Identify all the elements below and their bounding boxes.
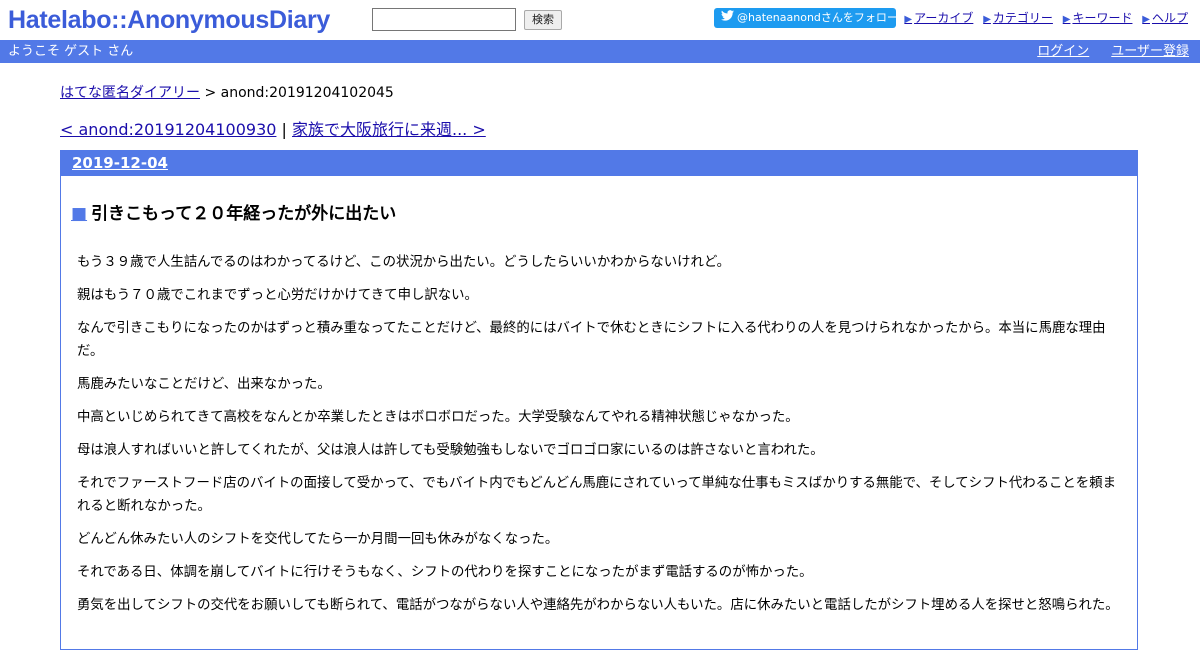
day-date-link[interactable]: 2019-12-04 <box>72 154 168 172</box>
prev-entry-link[interactable]: < anond:20191204100930 <box>60 120 276 139</box>
follow-label: @hatenaanondさんをフォロー <box>737 11 898 24</box>
register-link[interactable]: ユーザー登録 <box>1111 44 1189 59</box>
nav-keyword[interactable]: ▶ キーワード <box>1063 11 1133 25</box>
entry-title: ■ 引きこもって２０年経ったが外に出たい <box>71 203 396 225</box>
site-logo[interactable]: Hatelabo::AnonymousDiary <box>8 5 330 35</box>
day-header: 2019-12-04 <box>61 151 1137 176</box>
body-paragraph: 母は浪人すればいいと許してくれたが、父は浪人は許しても受験勉強もしないでゴロゴロ… <box>77 443 824 458</box>
site-header: Hatelabo::AnonymousDiary 検索 @hatenaanond… <box>0 0 1200 40</box>
breadcrumb-current: anond:20191204102045 <box>220 85 394 101</box>
arrow-icon: ▶ <box>1142 14 1150 25</box>
day-section: 2019-12-04 ■ 引きこもって２０年経ったが外に出たい もう３９歳で人生詰… <box>60 150 1138 650</box>
body-paragraph: それである日、体調を崩してバイトに行けそうもなく、シフトの代わりを探すことになっ… <box>77 565 813 580</box>
body-paragraph: 馬鹿みたいなことだけど、出来なかった。 <box>77 377 331 392</box>
welcome-text: ようこそ ゲスト さん <box>8 44 134 59</box>
next-entry-link[interactable]: 家族で大阪旅行に来週... > <box>292 120 486 139</box>
body-paragraph: 中高といじめられてきて高校をなんとか卒業したときはボロボロだった。大学受験なんて… <box>77 410 799 425</box>
twitter-bird-icon <box>721 8 734 28</box>
nav-help[interactable]: ▶ ヘルプ <box>1142 11 1188 25</box>
body-paragraph: 親はもう７０歳でこれまでずっと心労だけかけてきて申し訳ない。 <box>77 288 478 303</box>
entry-title-text: 引きこもって２０年経ったが外に出たい <box>91 204 397 224</box>
body-paragraph: 勇気を出してシフトの交代をお願いしても断られて、電話がつながらない人や連絡先がわ… <box>77 598 1119 613</box>
breadcrumb: はてな匿名ダイアリー > anond:20191204102045 <box>60 84 394 102</box>
account-links: ログイン ユーザー登録 <box>1015 43 1189 60</box>
arrow-icon: ▶ <box>904 14 913 25</box>
body-paragraph: それでファーストフード店のバイトの面接して受かって、でもバイト内でもどんどん馬鹿… <box>77 476 1116 514</box>
arrow-icon: ▶ <box>983 14 991 25</box>
pager-separator: | <box>276 120 292 139</box>
permalink-square-icon[interactable]: ■ <box>71 204 87 224</box>
twitter-follow-button[interactable]: @hatenaanondさんをフォロー <box>714 8 898 28</box>
body-paragraph: どんどん休みたい人のシフトを交代してたら一か月間一回も休みがなくなった。 <box>77 532 559 547</box>
breadcrumb-separator: > <box>200 85 221 101</box>
entry-pager: < anond:20191204100930 | 家族で大阪旅行に来週... > <box>60 120 486 140</box>
nav-category[interactable]: ▶ カテゴリー <box>983 11 1053 25</box>
search-button[interactable]: 検索 <box>524 10 562 30</box>
body-paragraph: なんで引きこもりになったのかはずっと積み重なってたことだけど、最終的にはバイトで… <box>77 321 1106 359</box>
body-paragraph: もう３９歳で人生詰んでるのはわかってるけど、この状況から出たい。どうしたらいいか… <box>77 255 731 270</box>
nav-archive[interactable]: ▶ アーカイブ <box>904 11 973 25</box>
top-nav: ▶ アーカイブ ▶ カテゴリー ▶ キーワード ▶ ヘルプ <box>904 10 1188 28</box>
entry-body: もう３９歳で人生詰んでるのはわかってるけど、この状況から出たい。どうしたらいいか… <box>77 251 1129 627</box>
user-bar: ようこそ ゲスト さん ログイン ユーザー登録 <box>0 40 1200 63</box>
arrow-icon: ▶ <box>1062 14 1071 25</box>
search-input[interactable] <box>372 8 516 31</box>
login-link[interactable]: ログイン <box>1037 44 1089 59</box>
breadcrumb-home[interactable]: はてな匿名ダイアリー <box>60 85 200 101</box>
